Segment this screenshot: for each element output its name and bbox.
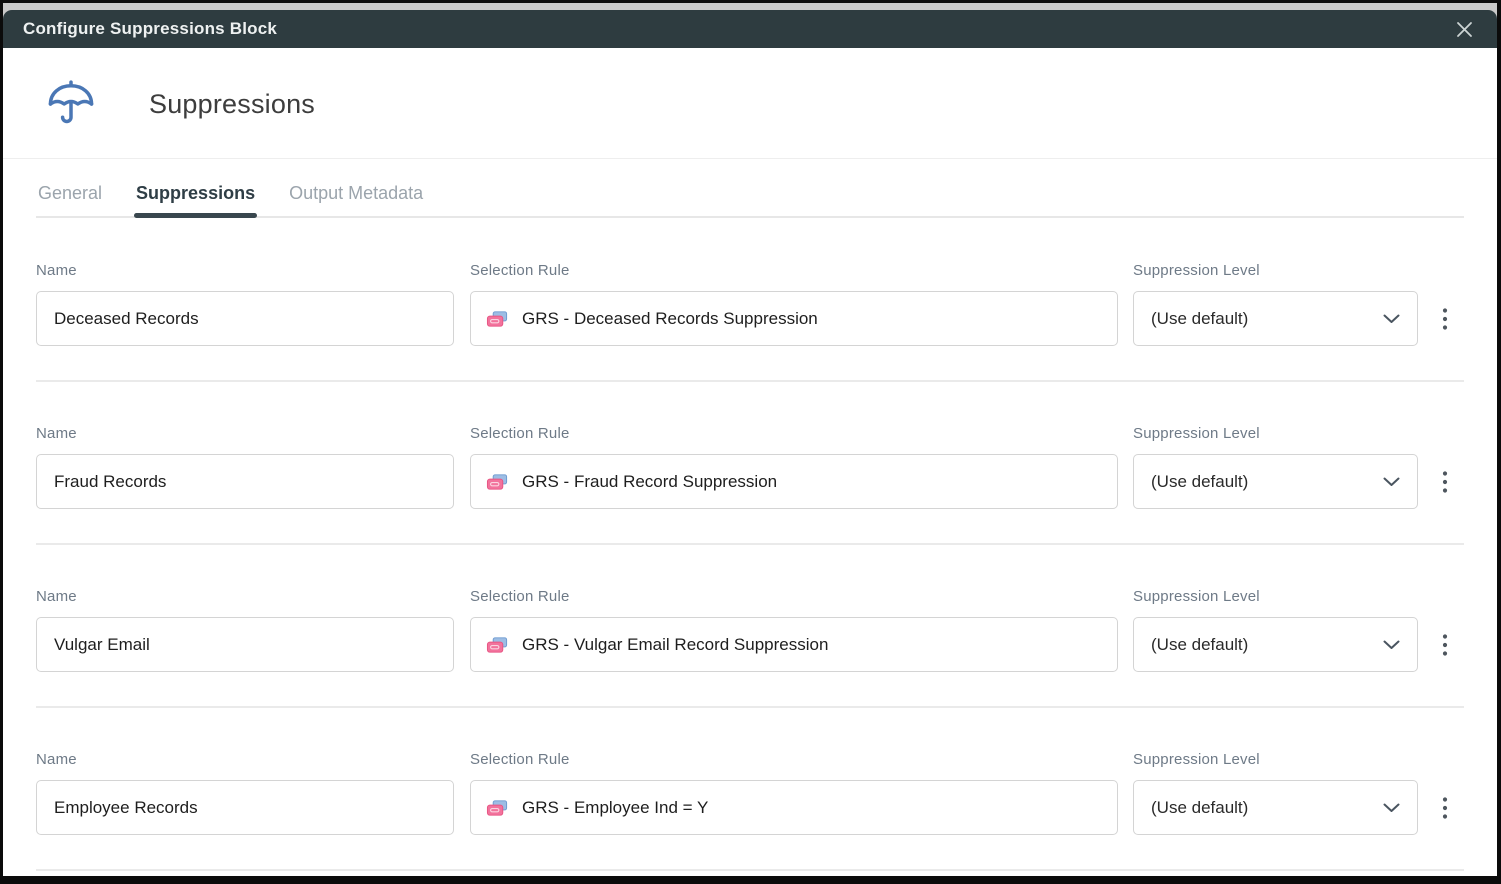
name-label: Name: [36, 262, 77, 279]
kebab-menu-button[interactable]: [1432, 617, 1458, 672]
suppression-level-value: (Use default): [1151, 471, 1249, 491]
row-divider: [36, 869, 1464, 871]
tab-general[interactable]: General: [36, 181, 104, 216]
row-divider: [36, 706, 1464, 708]
selection-rule-field[interactable]: GRS - Vulgar Email Record Suppression: [470, 617, 1118, 672]
kebab-menu-button[interactable]: [1432, 291, 1458, 346]
name-column: Name: [36, 751, 454, 835]
rule-cards-icon: [486, 473, 508, 490]
name-input[interactable]: [36, 291, 454, 346]
suppression-level-value: (Use default): [1151, 634, 1249, 654]
selection-rule-label: Selection Rule: [470, 751, 570, 768]
name-label: Name: [36, 588, 77, 605]
name-input[interactable]: [36, 617, 454, 672]
selection-rule-field[interactable]: GRS - Deceased Records Suppression: [470, 291, 1118, 346]
name-input[interactable]: [36, 780, 454, 835]
name-input[interactable]: [36, 454, 454, 509]
kebab-menu-icon: [1442, 796, 1448, 819]
suppression-level-label: Suppression Level: [1133, 588, 1260, 605]
suppression-level-column: Suppression Level (Use default): [1133, 751, 1418, 835]
suppression-level-label: Suppression Level: [1133, 425, 1260, 442]
selection-rule-value: GRS - Vulgar Email Record Suppression: [522, 634, 829, 654]
umbrella-icon: [48, 80, 94, 124]
kebab-menu-button[interactable]: [1432, 454, 1458, 509]
suppression-row: Name Selection Rule GRS - Employee Ind =…: [36, 751, 1464, 835]
selection-rule-value: GRS - Fraud Record Suppression: [522, 471, 778, 491]
suppression-level-select[interactable]: (Use default): [1133, 780, 1418, 835]
suppression-level-column: Suppression Level (Use default): [1133, 588, 1418, 672]
selection-rule-column: Selection Rule GRS - Employee Ind = Y: [470, 751, 1118, 835]
close-button[interactable]: [1451, 16, 1477, 42]
kebab-menu-icon: [1442, 633, 1448, 656]
tabs: General Suppressions Output Metadata: [36, 181, 1464, 218]
suppression-level-select[interactable]: (Use default): [1133, 454, 1418, 509]
rows-container: Name Selection Rule GRS - Deceased Recor…: [3, 262, 1497, 871]
suppression-row: Name Selection Rule GRS - Vulgar Email R…: [36, 588, 1464, 672]
name-label: Name: [36, 425, 77, 442]
selection-rule-label: Selection Rule: [470, 425, 570, 442]
selection-rule-field[interactable]: GRS - Employee Ind = Y: [470, 780, 1118, 835]
close-icon: [1456, 21, 1472, 37]
dialog-window: Configure Suppressions Block Suppression…: [0, 0, 1501, 884]
suppression-level-value: (Use default): [1151, 308, 1249, 328]
kebab-menu-icon: [1442, 470, 1448, 493]
chevron-down-icon: [1383, 314, 1400, 323]
dialog-titlebar: Configure Suppressions Block: [3, 10, 1497, 48]
row-divider: [36, 543, 1464, 545]
chevron-down-icon: [1383, 803, 1400, 812]
selection-rule-column: Selection Rule GRS - Deceased Records Su…: [470, 262, 1118, 346]
suppression-row: Name Selection Rule GRS - Fraud Record S…: [36, 425, 1464, 509]
suppression-level-select[interactable]: (Use default): [1133, 291, 1418, 346]
selection-rule-label: Selection Rule: [470, 588, 570, 605]
name-label: Name: [36, 751, 77, 768]
suppression-level-label: Suppression Level: [1133, 751, 1260, 768]
selection-rule-value: GRS - Employee Ind = Y: [522, 797, 709, 817]
titlebar-backdrop: Configure Suppressions Block: [3, 3, 1497, 48]
block-title: Suppressions: [149, 88, 315, 119]
block-header: Suppressions: [3, 48, 1497, 159]
suppression-level-column: Suppression Level (Use default): [1133, 262, 1418, 346]
rule-cards-icon: [486, 310, 508, 327]
suppression-row: Name Selection Rule GRS - Deceased Recor…: [36, 262, 1464, 346]
kebab-menu-icon: [1442, 307, 1448, 330]
chevron-down-icon: [1383, 640, 1400, 649]
name-column: Name: [36, 588, 454, 672]
chevron-down-icon: [1383, 477, 1400, 486]
selection-rule-value: GRS - Deceased Records Suppression: [522, 308, 818, 328]
kebab-menu-button[interactable]: [1432, 780, 1458, 835]
name-column: Name: [36, 262, 454, 346]
name-column: Name: [36, 425, 454, 509]
selection-rule-label: Selection Rule: [470, 262, 570, 279]
rule-cards-icon: [486, 636, 508, 653]
suppression-level-column: Suppression Level (Use default): [1133, 425, 1418, 509]
tab-output-metadata[interactable]: Output Metadata: [287, 181, 425, 216]
suppression-level-label: Suppression Level: [1133, 262, 1260, 279]
rule-cards-icon: [486, 799, 508, 816]
selection-rule-column: Selection Rule GRS - Vulgar Email Record…: [470, 588, 1118, 672]
dialog-title: Configure Suppressions Block: [23, 19, 278, 38]
tab-suppressions[interactable]: Suppressions: [134, 181, 258, 218]
selection-rule-column: Selection Rule GRS - Fraud Record Suppre…: [470, 425, 1118, 509]
row-divider: [36, 380, 1464, 382]
selection-rule-field[interactable]: GRS - Fraud Record Suppression: [470, 454, 1118, 509]
suppression-level-select[interactable]: (Use default): [1133, 617, 1418, 672]
suppression-level-value: (Use default): [1151, 797, 1249, 817]
